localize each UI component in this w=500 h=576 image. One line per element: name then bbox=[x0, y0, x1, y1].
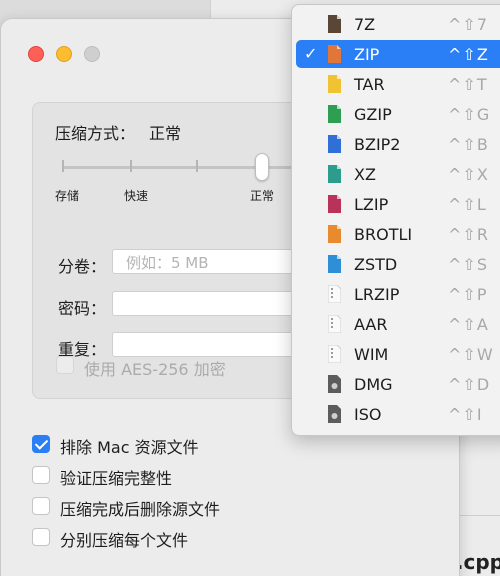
menu-item-label: LZIP bbox=[354, 195, 389, 214]
split-size-input[interactable]: 例如：5 MB bbox=[112, 249, 312, 274]
menu-item-bzip2[interactable]: BZIP2 ^⇧B bbox=[296, 130, 500, 158]
menu-item-shortcut: ^⇧S bbox=[448, 255, 488, 274]
menu-item-label: ISO bbox=[354, 405, 382, 424]
zip-file-icon bbox=[328, 45, 341, 63]
slider-knob[interactable] bbox=[255, 153, 269, 181]
tar-file-icon bbox=[328, 75, 341, 93]
menu-item-lzip[interactable]: LZIP ^⇧L bbox=[296, 190, 500, 218]
menu-item-label: TAR bbox=[354, 75, 385, 94]
bzip2-file-icon bbox=[328, 135, 341, 153]
menu-item-shortcut: ^⇧L bbox=[448, 195, 487, 214]
slider-tick bbox=[130, 160, 132, 172]
7z-file-icon bbox=[328, 15, 341, 33]
menu-item-label: 7Z bbox=[354, 15, 376, 34]
menu-item-shortcut: ^⇧B bbox=[448, 135, 489, 154]
exclude-mac-resources-checkbox[interactable] bbox=[32, 435, 50, 453]
menu-item-7z[interactable]: 7Z ^⇧7 bbox=[296, 10, 500, 38]
menu-item-label: ZSTD bbox=[354, 255, 398, 274]
menu-item-gzip[interactable]: GZIP ^⇧G bbox=[296, 100, 500, 128]
slider-tick bbox=[62, 160, 64, 172]
verify-integrity-checkbox[interactable] bbox=[32, 466, 50, 484]
menu-item-shortcut: ^⇧I bbox=[448, 405, 483, 424]
compression-method-value: 正常 bbox=[149, 124, 182, 143]
menu-item-label: BROTLI bbox=[354, 225, 413, 244]
menu-item-wim[interactable]: WIM ^⇧W bbox=[296, 340, 500, 368]
checkmark-icon: ✓ bbox=[304, 44, 318, 63]
dmg-file-icon bbox=[328, 375, 341, 393]
menu-item-shortcut: ^⇧D bbox=[448, 375, 491, 394]
window-maximize-button[interactable] bbox=[84, 46, 100, 62]
gzip-file-icon bbox=[328, 105, 341, 123]
menu-item-shortcut: ^⇧P bbox=[448, 285, 488, 304]
menu-item-shortcut: ^⇧G bbox=[448, 105, 491, 124]
menu-item-shortcut: ^⇧X bbox=[448, 165, 489, 184]
menu-item-shortcut: ^⇧T bbox=[448, 75, 488, 94]
iso-file-icon bbox=[328, 405, 341, 423]
split-label: 分卷： bbox=[58, 257, 107, 276]
menu-item-shortcut: ^⇧A bbox=[448, 315, 489, 334]
menu-item-xz[interactable]: XZ ^⇧X bbox=[296, 160, 500, 188]
menu-item-shortcut: ^⇧W bbox=[448, 345, 494, 364]
xz-file-icon bbox=[328, 165, 341, 183]
menu-item-label: DMG bbox=[354, 375, 393, 394]
password-input[interactable] bbox=[112, 291, 312, 316]
slider-tick bbox=[196, 160, 198, 172]
menu-item-shortcut: ^⇧R bbox=[448, 225, 489, 244]
menu-item-label: LRZIP bbox=[354, 285, 400, 304]
compress-separately-label: 分别压缩每个文件 bbox=[60, 531, 189, 550]
menu-item-label: WIM bbox=[354, 345, 389, 364]
password-label: 密码： bbox=[58, 299, 107, 318]
menu-item-lrzip[interactable]: LRZIP ^⇧P bbox=[296, 280, 500, 308]
compression-method-label: 压缩方式： bbox=[55, 124, 136, 143]
exclude-mac-resources-label: 排除 Mac 资源文件 bbox=[60, 438, 199, 457]
repeat-password-input[interactable] bbox=[112, 332, 312, 357]
compress-separately-checkbox[interactable] bbox=[32, 528, 50, 546]
wim-file-icon bbox=[328, 345, 341, 363]
menu-item-dmg[interactable]: DMG ^⇧D bbox=[296, 370, 500, 398]
lzip-file-icon bbox=[328, 195, 341, 213]
menu-item-iso[interactable]: ISO ^⇧I bbox=[296, 400, 500, 428]
delete-source-checkbox[interactable] bbox=[32, 497, 50, 515]
slider-label-normal: 正常 bbox=[250, 189, 275, 203]
slider-label-store: 存储 bbox=[55, 189, 80, 203]
brotli-file-icon bbox=[328, 225, 341, 243]
menu-item-brotli[interactable]: BROTLI ^⇧R bbox=[296, 220, 500, 248]
menu-item-label: XZ bbox=[354, 165, 376, 184]
aes-encryption-checkbox[interactable] bbox=[56, 356, 74, 374]
menu-item-aar[interactable]: AAR ^⇧A bbox=[296, 310, 500, 338]
menu-item-label: BZIP2 bbox=[354, 135, 401, 154]
aes-encryption-label: 使用 AES-256 加密 bbox=[84, 360, 226, 379]
menu-item-zstd[interactable]: ZSTD ^⇧S bbox=[296, 250, 500, 278]
aar-file-icon bbox=[328, 315, 341, 333]
menu-item-label: ZIP bbox=[354, 45, 380, 64]
zstd-file-icon bbox=[328, 255, 341, 273]
slider-label-fast: 快速 bbox=[124, 189, 149, 203]
verify-integrity-label: 验证压缩完整性 bbox=[60, 469, 173, 488]
delete-source-label: 压缩完成后删除源文件 bbox=[60, 500, 221, 519]
lrzip-file-icon bbox=[328, 285, 341, 303]
menu-item-zip[interactable]: ✓ ZIP ^⇧Z bbox=[296, 40, 500, 68]
menu-item-label: AAR bbox=[354, 315, 388, 334]
menu-item-shortcut: ^⇧Z bbox=[448, 45, 489, 64]
window-close-button[interactable] bbox=[28, 46, 44, 62]
menu-item-label: GZIP bbox=[354, 105, 392, 124]
menu-item-shortcut: ^⇧7 bbox=[448, 15, 488, 34]
format-menu: 7Z ^⇧7 ✓ ZIP ^⇧Z TAR ^⇧T GZIP ^⇧G BZIP2 … bbox=[291, 4, 500, 436]
menu-item-tar[interactable]: TAR ^⇧T bbox=[296, 70, 500, 98]
window-minimize-button[interactable] bbox=[56, 46, 72, 62]
